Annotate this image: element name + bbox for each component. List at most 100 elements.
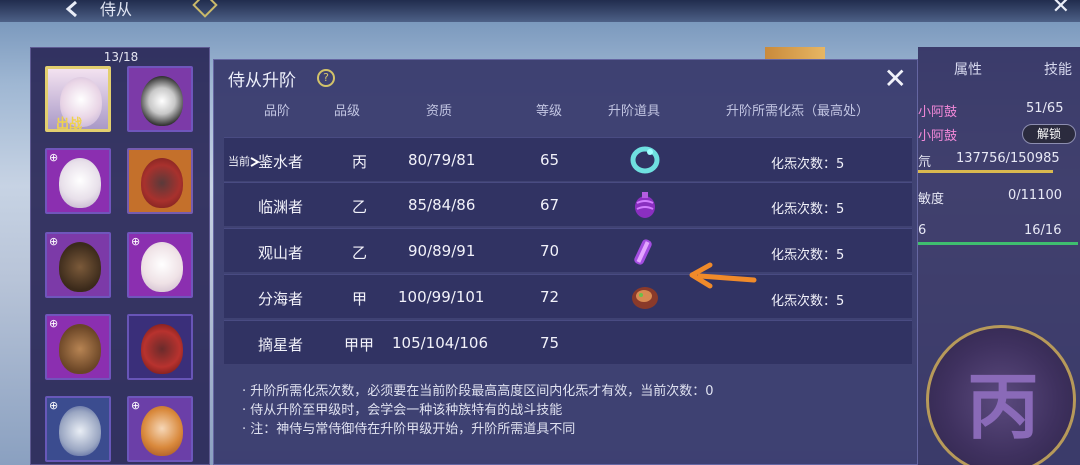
level: 72 — [540, 288, 560, 306]
table-row: 分海者 甲 100/99/101 72 化炁次数：5 — [224, 274, 912, 318]
avatar — [141, 76, 183, 126]
rank-name: 临渊者 — [258, 198, 304, 216]
help-icon[interactable]: ? — [317, 69, 335, 87]
table-row: 临渊者 乙 85/84/86 67 化炁次数：5 — [224, 182, 912, 226]
aptitude: 100/99/101 — [398, 288, 485, 306]
lock-icon: ⊕ — [49, 317, 59, 330]
stat3-label: 6 — [918, 223, 927, 238]
portrait-red-hair-lady[interactable] — [127, 148, 193, 214]
requirement: 化炁次数：5 — [771, 202, 845, 217]
roster-count: 13/18 — [103, 50, 139, 64]
requirement: 化炁次数：5 — [771, 157, 845, 172]
rank-name: 摘星者 — [258, 336, 304, 354]
companion-detail-panel: 属性 技能 小阿鼓 51/65 小阿鼓 解锁 氘 137756/150985 敏… — [918, 47, 1080, 465]
table-row: 摘星者 甲甲 105/104/106 75 — [224, 320, 912, 364]
notes: · 升阶所需化炁次数，必须要在当前阶段最高高度区间内化炁才有效，当前次数：0 ·… — [242, 382, 714, 439]
help-icon[interactable] — [192, 0, 218, 18]
aptitude: 85/84/86 — [408, 196, 476, 214]
rank-name: 分海者 — [258, 290, 304, 308]
avatar — [59, 242, 101, 292]
companion-roster: 13/18 出战 ⊕ ⊕ ⊕ ⊕ ⊕ ⊕ — [30, 47, 210, 465]
grade: 丙 — [352, 153, 368, 171]
avatar — [141, 158, 183, 208]
grade: 甲甲 — [344, 336, 375, 354]
grade-seal-glyph: 丙 — [967, 364, 1040, 449]
close-button[interactable]: ✕ — [884, 62, 907, 95]
avatar — [141, 406, 183, 456]
close-icon[interactable]: ✕ — [1052, 0, 1070, 19]
stat1-value: 137756/150985 — [956, 151, 1060, 166]
portrait-pale-lady[interactable]: ⊕ — [127, 232, 193, 298]
level: 75 — [540, 334, 560, 352]
meat-item-icon[interactable] — [628, 281, 662, 313]
page-title: 侍从 — [100, 0, 133, 19]
level: 70 — [540, 242, 560, 260]
table-header: 品阶 品级 资质 等级 升阶道具 升阶所需化炁（最高处） — [214, 100, 919, 120]
requirement: 化炁次数：5 — [771, 248, 845, 263]
portrait-bull[interactable]: ⊕ — [45, 232, 111, 298]
ring-item-icon[interactable] — [628, 144, 662, 176]
note-line: · 升阶所需化炁次数，必须要在当前阶段最高高度区间内化炁才有效，当前次数：0 — [242, 384, 714, 399]
note-line: · 注：神侍与常侍御侍在升阶甲级开始，升阶所需道具不同 — [242, 422, 576, 437]
grade-seal: 丙 — [926, 325, 1076, 465]
scroll-item-icon[interactable] — [628, 235, 662, 267]
stat1-label: 氘 — [918, 155, 932, 170]
dialog-title: 侍从升阶 — [228, 71, 296, 91]
promotion-dialog: 侍从升阶 ? ✕ 品阶 品级 资质 等级 升阶道具 升阶所需化炁（最高处） 当前… — [213, 59, 918, 465]
lock-icon: ⊕ — [49, 399, 59, 412]
stat2-label: 敏度 — [918, 192, 945, 207]
purple-bell-item-icon[interactable] — [628, 189, 662, 221]
requirement: 化炁次数：5 — [771, 294, 845, 309]
lock-icon: ⊕ — [131, 399, 141, 412]
stat3-bar — [918, 242, 1078, 245]
table-row: 当前 鉴水者 丙 80/79/81 65 化炁次数：5 — [224, 137, 912, 181]
avatar — [59, 158, 101, 208]
header-aptitude: 资质 — [426, 104, 453, 119]
avatar — [141, 324, 183, 374]
portrait-bear[interactable]: ⊕ — [45, 314, 111, 380]
tab-attributes[interactable]: 属性 — [954, 59, 982, 79]
avatar — [59, 406, 101, 456]
grade: 甲 — [352, 290, 368, 308]
header-rank: 品阶 — [264, 104, 291, 119]
portrait-red-hood[interactable] — [127, 314, 193, 380]
avatar — [141, 242, 183, 292]
companion-name-secondary: 小阿鼓 — [918, 129, 958, 144]
aptitude: 80/79/81 — [408, 151, 476, 169]
deployed-badge: 出战 — [56, 117, 83, 132]
table-row: 观山者 乙 90/89/91 70 化炁次数：5 — [224, 228, 912, 272]
level: 67 — [540, 196, 560, 214]
header-item: 升阶道具 — [608, 104, 661, 119]
lock-icon: ⊕ — [49, 235, 59, 248]
unlock-button[interactable]: 解锁 — [1022, 124, 1076, 144]
level-value: 51/65 — [1026, 101, 1064, 116]
lock-icon: ⊕ — [131, 235, 141, 248]
portrait-wolf[interactable] — [127, 66, 193, 132]
portrait-white-hair-girl[interactable]: 出战 — [45, 66, 111, 132]
rank-name: 鉴水者 — [258, 153, 304, 171]
portrait-fish-spirit[interactable]: ⊕ — [45, 396, 111, 462]
top-bar: 侍从 ✕ — [0, 0, 1080, 22]
grade: 乙 — [352, 244, 368, 262]
lock-icon: ⊕ — [49, 151, 59, 164]
current-marker: 当前 — [228, 155, 250, 168]
header-requirement: 升阶所需化炁（最高处） — [726, 104, 870, 119]
frame-ornament — [765, 47, 825, 59]
grade: 乙 — [352, 198, 368, 216]
avatar — [59, 324, 101, 374]
arrow-annotation-icon — [689, 262, 757, 289]
portrait-orange-hair-girl[interactable]: ⊕ — [127, 396, 193, 462]
stat3-value: 16/16 — [1024, 223, 1062, 238]
level: 65 — [540, 151, 560, 169]
aptitude: 105/104/106 — [392, 334, 488, 352]
header-level: 等级 — [536, 104, 563, 119]
portrait-white-hair-lady[interactable]: ⊕ — [45, 148, 111, 214]
stat2-value: 0/11100 — [1008, 188, 1063, 203]
tab-skills[interactable]: 技能 — [1044, 59, 1072, 79]
stat1-bar — [918, 170, 1053, 173]
aptitude: 90/89/91 — [408, 242, 476, 260]
note-line: · 侍从升阶至甲级时，会学会一种该种族特有的战斗技能 — [242, 403, 563, 418]
rank-name: 观山者 — [258, 244, 304, 262]
back-arrow-icon[interactable] — [62, 0, 84, 18]
companion-name: 小阿鼓 — [918, 105, 958, 120]
